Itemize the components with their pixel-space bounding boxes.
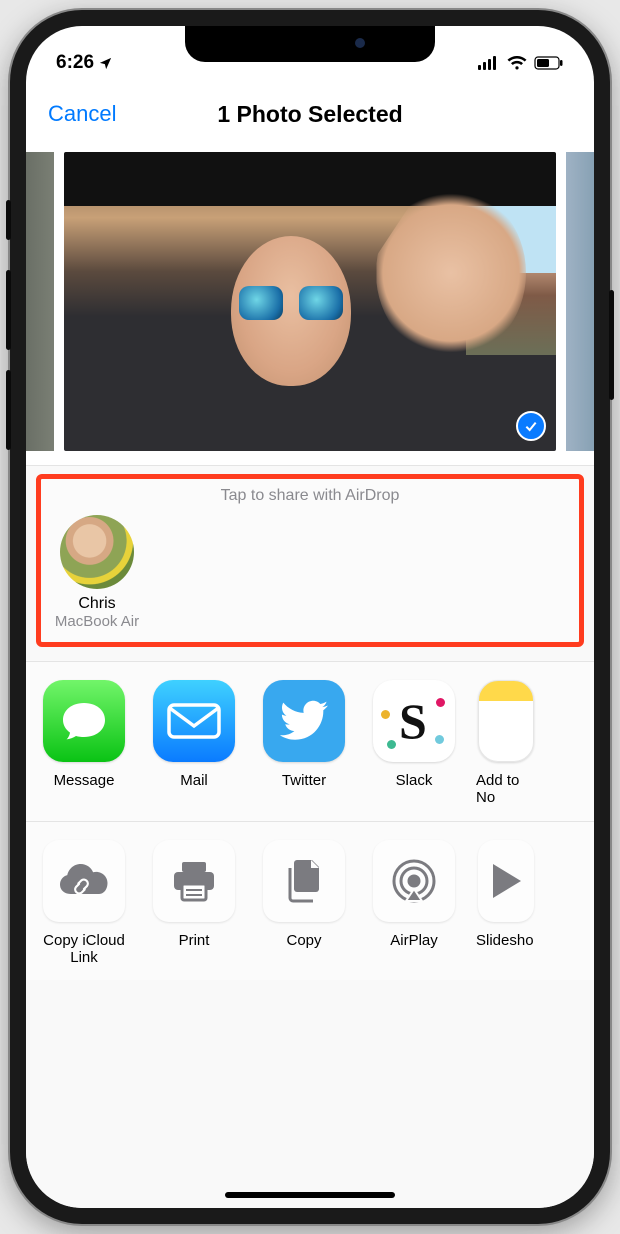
prev-photo-thumbnail[interactable] [26, 152, 54, 451]
iphone-device-frame: 6:26 Cancel 1 Photo Selected [10, 10, 610, 1224]
share-mail[interactable]: Mail [146, 680, 242, 807]
home-indicator[interactable] [225, 1192, 395, 1198]
nav-bar: Cancel 1 Photo Selected [26, 82, 594, 146]
copy-icon [263, 840, 345, 922]
notes-icon [478, 680, 534, 762]
play-icon [478, 840, 534, 922]
airdrop-section: Tap to share with AirDrop Chris MacBook … [36, 474, 584, 647]
photo-strip[interactable] [26, 146, 594, 466]
selected-photo-thumbnail[interactable] [64, 152, 556, 451]
cloud-link-icon [43, 840, 125, 922]
action-copy-icloud-link[interactable]: Copy iCloud Link [36, 840, 132, 967]
airdrop-target-avatar [60, 515, 134, 589]
action-slideshow[interactable]: Slidesho [476, 840, 536, 967]
share-actions-row[interactable]: Copy iCloud Link Print Copy [26, 821, 594, 981]
share-twitter[interactable]: Twitter [256, 680, 352, 807]
cellular-signal-icon [478, 56, 500, 70]
printer-icon [153, 840, 235, 922]
screen: 6:26 Cancel 1 Photo Selected [26, 26, 594, 1208]
notch [185, 26, 435, 62]
share-notes[interactable]: Add to No [476, 680, 536, 807]
location-services-icon [98, 56, 113, 71]
airdrop-target-device: MacBook Air [51, 613, 143, 630]
airdrop-prompt: Tap to share with AirDrop [51, 487, 569, 505]
wifi-icon [507, 56, 527, 70]
twitter-icon [263, 680, 345, 762]
battery-icon [534, 56, 564, 70]
share-slack[interactable]: S Slack [366, 680, 462, 807]
action-print[interactable]: Print [146, 840, 242, 967]
mail-icon [153, 680, 235, 762]
slack-icon: S [373, 680, 455, 762]
airplay-icon [373, 840, 455, 922]
selected-check-icon [516, 411, 546, 441]
share-message[interactable]: Message [36, 680, 132, 807]
status-time: 6:26 [56, 52, 94, 74]
next-photo-thumbnail[interactable] [566, 152, 594, 451]
cancel-button[interactable]: Cancel [48, 101, 116, 127]
action-copy[interactable]: Copy [256, 840, 352, 967]
action-airplay[interactable]: AirPlay [366, 840, 462, 967]
page-title: 1 Photo Selected [217, 101, 402, 128]
airdrop-target[interactable]: Chris MacBook Air [51, 515, 143, 630]
message-icon [43, 680, 125, 762]
airdrop-target-name: Chris [51, 595, 143, 613]
share-apps-row[interactable]: Message Mail Twitter [26, 661, 594, 821]
